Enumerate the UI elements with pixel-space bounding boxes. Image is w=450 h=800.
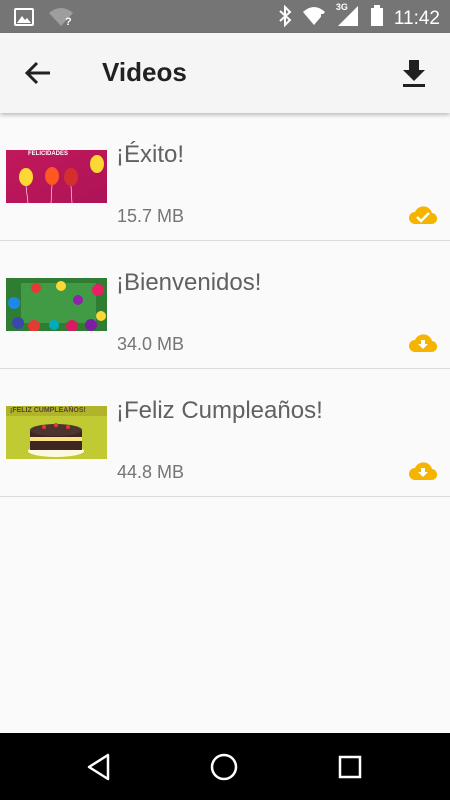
thumbnail-text: ¡FELIZ CUMPLEAÑOS! xyxy=(10,407,86,414)
recents-square-icon[interactable] xyxy=(334,751,366,783)
video-size: 15.7 MB xyxy=(117,206,185,226)
system-nav-bar xyxy=(0,733,450,800)
cloud-download-icon[interactable] xyxy=(408,331,438,355)
cloud-download-icon[interactable] xyxy=(408,459,438,483)
video-thumbnail xyxy=(6,278,107,331)
cellular-signal-icon: 3G xyxy=(335,2,360,32)
video-item-exito[interactable]: FELICIDADES ¡Éxito! 15.7 MB xyxy=(0,113,450,241)
wifi-unknown-icon: ? xyxy=(48,7,74,32)
download-icon[interactable] xyxy=(398,57,430,89)
home-circle-icon[interactable] xyxy=(208,751,240,783)
app-toolbar: Videos xyxy=(0,33,450,113)
video-item-bienvenidos[interactable]: ¡Bienvenidos! 34.0 MB xyxy=(0,241,450,369)
status-bar: ? 3G 11:42 xyxy=(0,0,450,33)
video-thumbnail: FELICIDADES xyxy=(6,150,107,203)
video-thumbnail: ¡FELIZ CUMPLEAÑOS! xyxy=(6,406,107,459)
video-title: ¡Bienvenidos! xyxy=(116,269,262,296)
video-title: ¡Feliz Cumpleaños! xyxy=(116,397,323,424)
wifi-alert-icon xyxy=(302,6,326,31)
arrow-left-icon[interactable] xyxy=(22,57,56,89)
svg-text:?: ? xyxy=(65,16,72,27)
video-size: 44.8 MB xyxy=(117,462,185,482)
clock: 11:42 xyxy=(393,7,440,29)
cloud-done-icon[interactable] xyxy=(408,203,438,227)
video-list: FELICIDADES ¡Éxito! 15.7 MB ¡Bienvenidos… xyxy=(0,113,450,497)
video-item-feliz-cumpleanos[interactable]: ¡FELIZ CUMPLEAÑOS! ¡Feliz Cumpleaños! 44… xyxy=(0,369,450,497)
battery-icon xyxy=(370,5,384,32)
back-triangle-icon[interactable] xyxy=(84,751,116,783)
video-title: ¡Éxito! xyxy=(116,141,185,168)
page-title: Videos xyxy=(102,57,187,87)
image-icon xyxy=(14,8,34,31)
bluetooth-icon xyxy=(278,4,292,32)
network-type-label: 3G xyxy=(335,2,348,12)
thumbnail-text: FELICIDADES xyxy=(28,151,69,157)
video-size: 34.0 MB xyxy=(117,334,185,354)
